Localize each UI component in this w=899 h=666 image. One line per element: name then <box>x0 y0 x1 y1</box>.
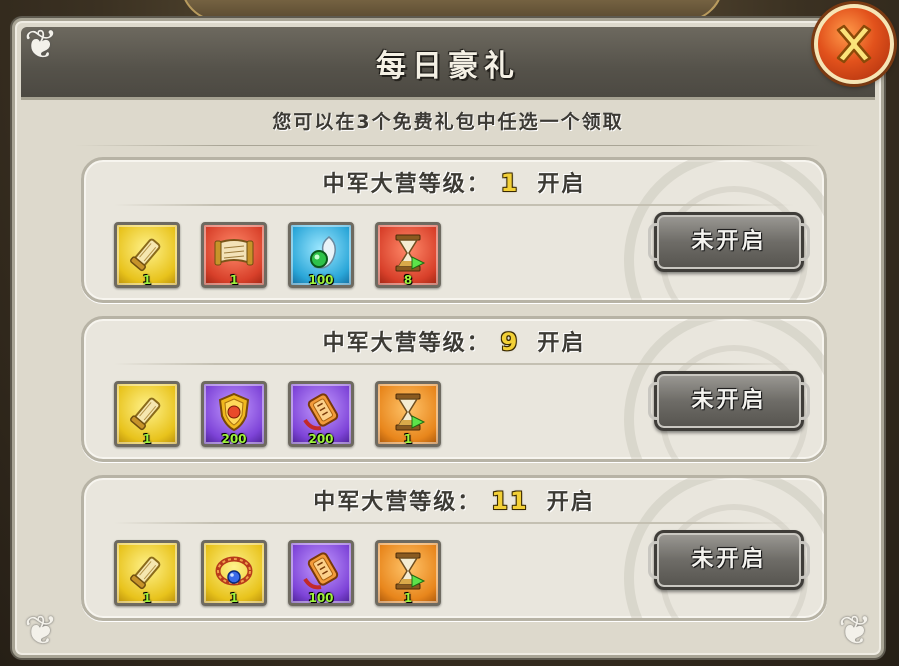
reward-slot[interactable]: 200 <box>201 381 267 447</box>
claim-button[interactable]: 未开启 <box>648 371 810 431</box>
golden-shield-icon <box>218 392 250 432</box>
gift-tier-card-3: 中军大营等级： 11 开启 1 1 100 1 未开启 <box>81 475 827 621</box>
token-plaque-icon <box>303 552 339 590</box>
item-count: 1 <box>229 273 239 287</box>
dialog-header: 每日豪礼 <box>21 27 875 100</box>
reward-slot[interactable]: 1 <box>375 540 441 606</box>
item-count: 100 <box>308 591 334 605</box>
tier-level: 1 <box>500 169 520 197</box>
tier-label-prefix: 中军大营等级： <box>322 172 491 197</box>
tier-label-suffix: 开启 <box>537 331 586 356</box>
tier-label-prefix: 中军大营等级： <box>322 331 491 356</box>
tier-title: 中军大营等级： 1 开启 <box>84 166 824 198</box>
corner-ornament-icon: ❦ <box>24 608 58 654</box>
item-count: 200 <box>221 432 247 446</box>
reward-slot[interactable]: 1 <box>114 540 180 606</box>
jade-orb-icon <box>310 236 336 269</box>
gift-tier-card-2: 中军大营等级： 9 开启 1 200 200 1 未开启 <box>81 316 827 462</box>
daily-gift-dialog: 每日豪礼 ❦ ❦ ❦ 您可以在3个免费礼包中任选一个领取 中军大营等级： 1 开启 <box>12 18 884 658</box>
claim-button[interactable]: 未开启 <box>648 530 810 590</box>
item-count: 200 <box>308 432 334 446</box>
gem-bracelet-icon <box>215 556 253 586</box>
item-count: 1 <box>142 273 152 287</box>
tier-label-prefix: 中军大营等级： <box>313 490 482 515</box>
corner-ornament-icon: ❦ <box>838 608 872 654</box>
reward-slot[interactable]: 1 <box>375 381 441 447</box>
dialog-title: 每日豪礼 <box>376 49 520 84</box>
item-count: 1 <box>142 432 152 446</box>
corner-ornament-icon: ❦ <box>24 22 58 68</box>
reward-items: 1 200 200 1 <box>114 381 441 447</box>
reward-slot[interactable]: 1 <box>114 222 180 288</box>
tier-level: 11 <box>491 487 529 515</box>
reward-slot[interactable]: 1 <box>201 540 267 606</box>
scroll-roll-icon <box>130 397 161 431</box>
reward-slot[interactable]: 8 <box>375 222 441 288</box>
divider <box>114 204 794 206</box>
dialog-subtitle: 您可以在3个免费礼包中任选一个领取 <box>272 111 624 133</box>
reward-slot[interactable]: 1 <box>201 222 267 288</box>
item-count: 1 <box>403 432 413 446</box>
hourglass-icon <box>395 393 426 431</box>
divider <box>75 145 821 146</box>
token-plaque-icon <box>303 393 339 431</box>
reward-items: 1 1 100 8 <box>114 222 441 288</box>
tier-title: 中军大营等级： 11 开启 <box>84 484 824 516</box>
reward-slot[interactable]: 200 <box>288 381 354 447</box>
item-count: 1 <box>403 591 413 605</box>
tier-level: 9 <box>500 328 520 356</box>
scroll-roll-icon <box>130 238 161 272</box>
close-button[interactable] <box>814 4 894 84</box>
reward-slot[interactable]: 1 <box>114 381 180 447</box>
tier-label-suffix: 开启 <box>537 172 586 197</box>
open-scroll-icon <box>214 239 254 266</box>
hourglass-icon <box>395 552 426 590</box>
reward-slot[interactable]: 100 <box>288 540 354 606</box>
item-count: 1 <box>142 591 152 605</box>
claim-button[interactable]: 未开启 <box>648 212 810 272</box>
item-count: 8 <box>403 273 413 287</box>
scroll-roll-icon <box>130 556 161 590</box>
divider <box>114 522 794 524</box>
tier-label-suffix: 开启 <box>546 490 595 515</box>
hourglass-icon <box>395 234 426 272</box>
item-count: 1 <box>229 591 239 605</box>
divider <box>114 363 794 365</box>
tier-title: 中军大营等级： 9 开启 <box>84 325 824 357</box>
item-count: 100 <box>308 273 334 287</box>
reward-slot[interactable]: 100 <box>288 222 354 288</box>
close-icon <box>836 24 872 64</box>
reward-items: 1 1 100 1 <box>114 540 441 606</box>
gift-tier-card-1: 中军大营等级： 1 开启 1 1 100 8 未开启 <box>81 157 827 303</box>
